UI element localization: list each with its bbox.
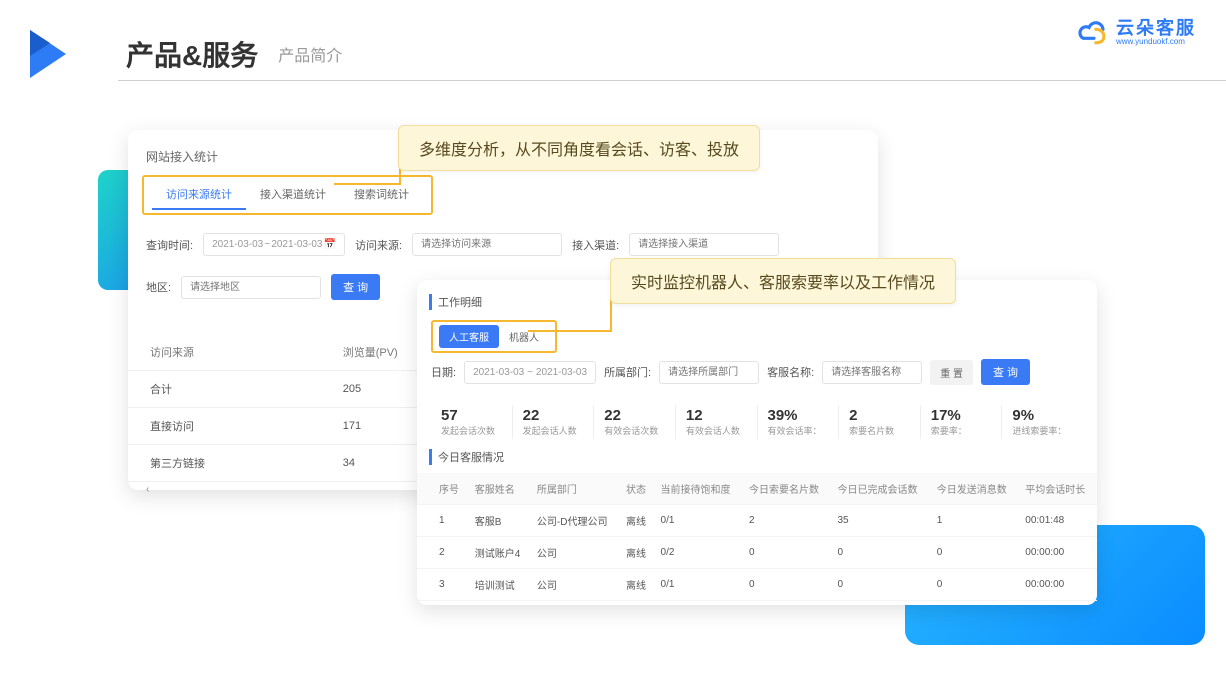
- channel-label: 接入渠道:: [572, 237, 619, 253]
- connector-line-2: [528, 330, 610, 332]
- date-from: 2021-03-03: [212, 239, 263, 250]
- date2-label: 日期:: [431, 364, 456, 380]
- pill-human[interactable]: 人工客服: [439, 325, 499, 348]
- date2-from: 2021-03-03: [473, 367, 524, 378]
- date-range-input-2[interactable]: 2021-03-03 ~ 2021-03-03: [464, 361, 596, 384]
- table-row: 2测试账户4公司离线0/200000:00:00: [417, 537, 1097, 569]
- agent-name-label: 客服名称:: [767, 364, 814, 380]
- agent-name-input[interactable]: [822, 361, 922, 384]
- date-sep: ~: [264, 239, 270, 250]
- stats-row: 57发起会话次数22发起会话人数22有效会话次数12有效会话人数39%有效会话率…: [417, 391, 1097, 449]
- tab-channel-stats[interactable]: 接入渠道统计: [246, 180, 340, 210]
- page-title: 产品&服务: [126, 34, 258, 74]
- stat-item: 57发起会话次数: [431, 405, 513, 439]
- connector-line-1: [334, 183, 399, 185]
- stat-item: 2索要名片数: [839, 405, 921, 439]
- pill-robot[interactable]: 机器人: [499, 325, 549, 348]
- agents-table-header: 序号客服姓名所属部门状态当前接待饱和度今日索要名片数今日已完成会话数今日发送消息…: [417, 473, 1097, 505]
- stat-item: 39%有效会话率：: [758, 405, 840, 439]
- search-button-2[interactable]: 查 询: [981, 359, 1030, 385]
- stat-item: 9%进线索要率：: [1002, 405, 1083, 439]
- table-row: 3培训测试公司离线0/100000:00:00: [417, 569, 1097, 601]
- panel-work-detail: 工作明细 人工客服 机器人 日期: 2021-03-03 ~ 2021-03-0…: [417, 280, 1097, 605]
- tabs-container: 访问来源统计 接入渠道统计 搜索词统计: [142, 175, 433, 215]
- brand-name-cn: 云朵客服: [1116, 19, 1196, 37]
- page-subtitle: 产品简介: [278, 42, 342, 66]
- cloud-icon: [1076, 18, 1112, 46]
- brand-url: www.yunduokf.com: [1116, 37, 1185, 46]
- stat-item: 17%索要率：: [921, 405, 1003, 439]
- tab-source-stats[interactable]: 访问来源统计: [152, 180, 246, 210]
- dept-label: 所属部门:: [604, 364, 651, 380]
- source-input[interactable]: [412, 233, 562, 256]
- date2-sep: ~: [527, 367, 533, 378]
- today-agents-title: 今日客服情况: [429, 449, 1097, 465]
- stat-item: 22发起会话人数: [513, 405, 595, 439]
- calendar-icon: 📅: [324, 239, 336, 250]
- header-divider: [118, 80, 1226, 81]
- table-row: 1客服B公司-D代理公司离线0/1235100:01:48: [417, 505, 1097, 537]
- callout-analysis: 多维度分析，从不同角度看会话、访客、投放: [398, 125, 760, 171]
- date-range-input[interactable]: 2021-03-03 ~ 2021-03-03 📅: [203, 233, 345, 256]
- dept-input[interactable]: [659, 361, 759, 384]
- brand-logo: 云朵客服 www.yunduokf.com: [1076, 18, 1196, 46]
- agent-type-switcher: 人工客服 机器人: [431, 320, 557, 353]
- page-header: 产品&服务 产品简介: [0, 0, 1226, 78]
- date2-to: 2021-03-03: [536, 367, 587, 378]
- stat-item: 22有效会话次数: [594, 405, 676, 439]
- play-icon: [30, 30, 66, 78]
- reset-button[interactable]: 重 置: [930, 360, 973, 385]
- search-button[interactable]: 查 询: [331, 274, 380, 300]
- stat-item: 12有效会话人数: [676, 405, 758, 439]
- date-to: 2021-03-03: [271, 239, 322, 250]
- channel-input[interactable]: [629, 233, 779, 256]
- source-label: 访问来源:: [355, 237, 402, 253]
- callout-monitor: 实时监控机器人、客服索要率以及工作情况: [610, 258, 956, 304]
- region-label: 地区:: [146, 279, 171, 295]
- col-source: 访问来源: [128, 334, 329, 371]
- region-input[interactable]: [181, 276, 321, 299]
- agents-table: 序号客服姓名所属部门状态当前接待饱和度今日索要名片数今日已完成会话数今日发送消息…: [417, 473, 1097, 601]
- panel2-filters: 日期: 2021-03-03 ~ 2021-03-03 所属部门: 客服名称: …: [417, 353, 1097, 391]
- time-label: 查询时间:: [146, 237, 193, 253]
